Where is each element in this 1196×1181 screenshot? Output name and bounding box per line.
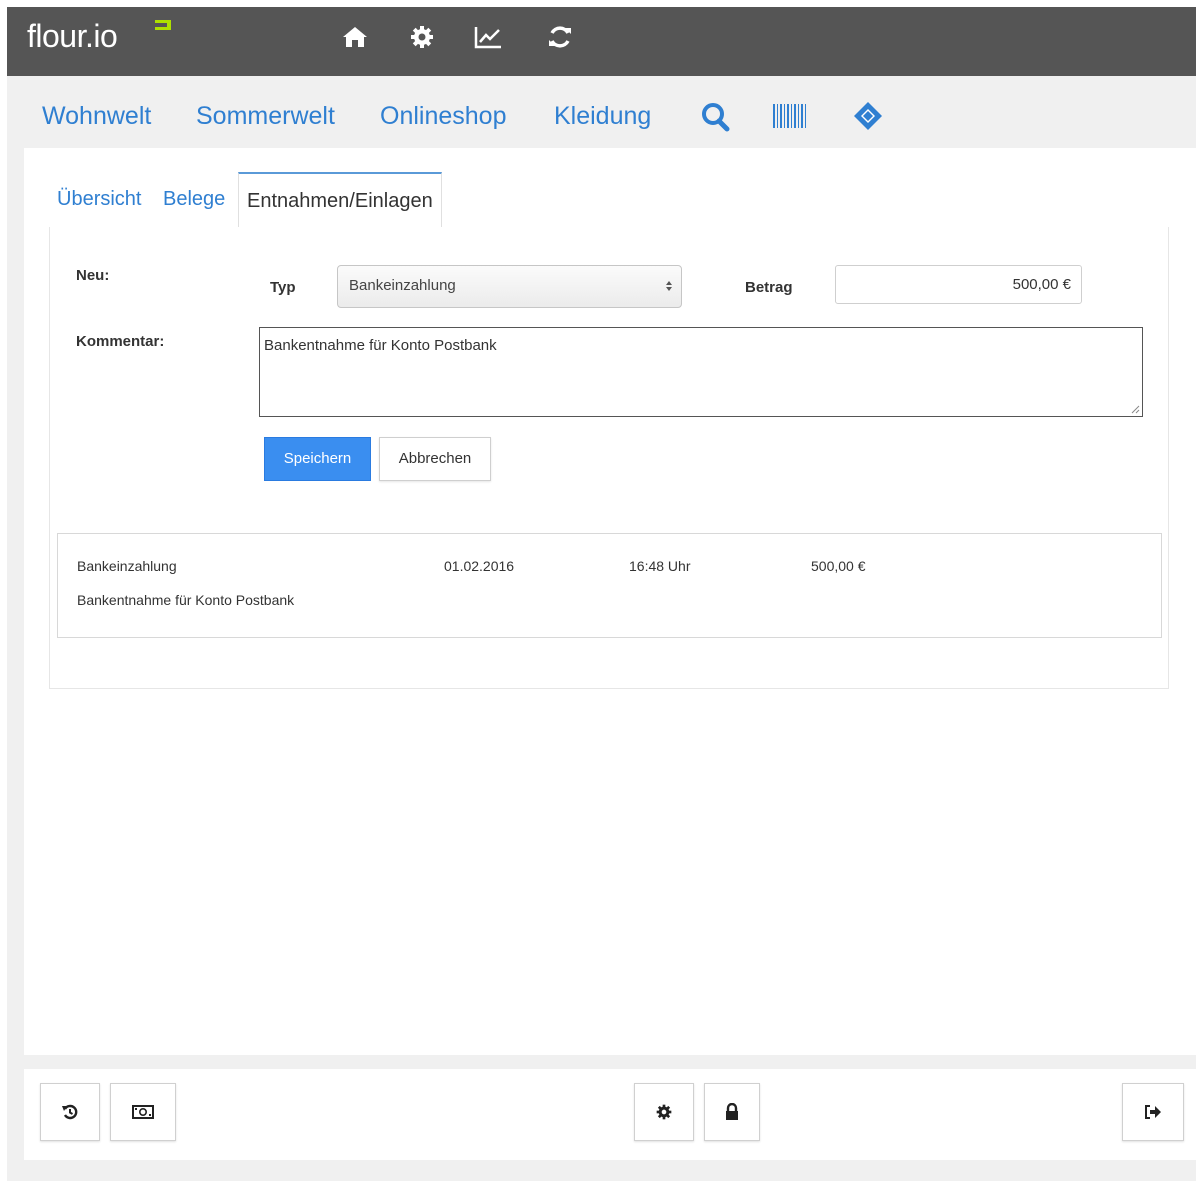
settings-button[interactable]: [634, 1083, 694, 1141]
line-chart-icon[interactable]: [473, 22, 503, 52]
nav-link-sommerwelt[interactable]: Sommerwelt: [196, 100, 335, 132]
kommentar-textarea[interactable]: Bankentnahme für Konto Postbank: [259, 327, 1143, 417]
nav-link-onlineshop[interactable]: Onlineshop: [380, 100, 506, 132]
logout-button[interactable]: [1122, 1083, 1184, 1141]
nav-link-wohnwelt[interactable]: Wohnwelt: [42, 100, 151, 132]
entry-date: 01.02.2016: [444, 558, 515, 574]
list-item: [57, 533, 1162, 638]
typ-select-value: Bankeinzahlung: [349, 277, 456, 294]
home-icon[interactable]: [340, 22, 370, 52]
tab-belege[interactable]: Belege: [163, 184, 225, 214]
select-arrows-icon: [666, 281, 672, 291]
flour-badge-icon: [155, 20, 171, 30]
tab-uebersicht[interactable]: Übersicht: [57, 184, 141, 214]
logout-icon: [1145, 1105, 1161, 1119]
nav-link-kleidung[interactable]: Kleidung: [554, 100, 651, 132]
resize-handle-icon[interactable]: [1131, 405, 1140, 414]
history-button[interactable]: [40, 1083, 100, 1141]
entry-type: Bankeinzahlung: [77, 558, 177, 574]
cancel-button[interactable]: Abbrechen: [379, 437, 491, 481]
tab-entnahmen-einlagen[interactable]: Entnahmen/Einlagen: [238, 172, 442, 228]
entry-amount: 500,00 €: [811, 558, 866, 574]
cash-icon: [132, 1105, 154, 1119]
footer-bar: [24, 1069, 1196, 1160]
kommentar-value: Bankentnahme für Konto Postbank: [264, 337, 497, 354]
lock-icon: [726, 1103, 738, 1120]
typ-label: Typ: [270, 279, 296, 296]
typ-select[interactable]: Bankeinzahlung: [337, 265, 682, 308]
app-logo[interactable]: flour.io: [27, 16, 118, 56]
tab-active-label: Entnahmen/Einlagen: [247, 190, 433, 212]
betrag-label: Betrag: [745, 279, 793, 296]
ticket-icon[interactable]: [850, 100, 886, 132]
barcode-icon[interactable]: [772, 100, 808, 132]
betrag-value: 500,00 €: [1012, 276, 1071, 293]
betrag-input[interactable]: 500,00 €: [835, 265, 1082, 304]
gear-icon[interactable]: [407, 22, 437, 52]
save-button[interactable]: Speichern: [264, 437, 371, 481]
top-bar: [7, 7, 1196, 76]
lock-button[interactable]: [704, 1083, 760, 1141]
cash-button[interactable]: [110, 1083, 176, 1141]
gear-icon: [656, 1104, 672, 1120]
entry-time: 16:48 Uhr: [629, 558, 691, 574]
refresh-icon[interactable]: [545, 22, 575, 52]
kommentar-label: Kommentar:: [76, 333, 165, 350]
entry-comment: Bankentnahme für Konto Postbank: [77, 592, 295, 608]
neu-label: Neu:: [76, 267, 110, 284]
history-icon: [62, 1104, 78, 1120]
search-icon[interactable]: [697, 100, 733, 132]
